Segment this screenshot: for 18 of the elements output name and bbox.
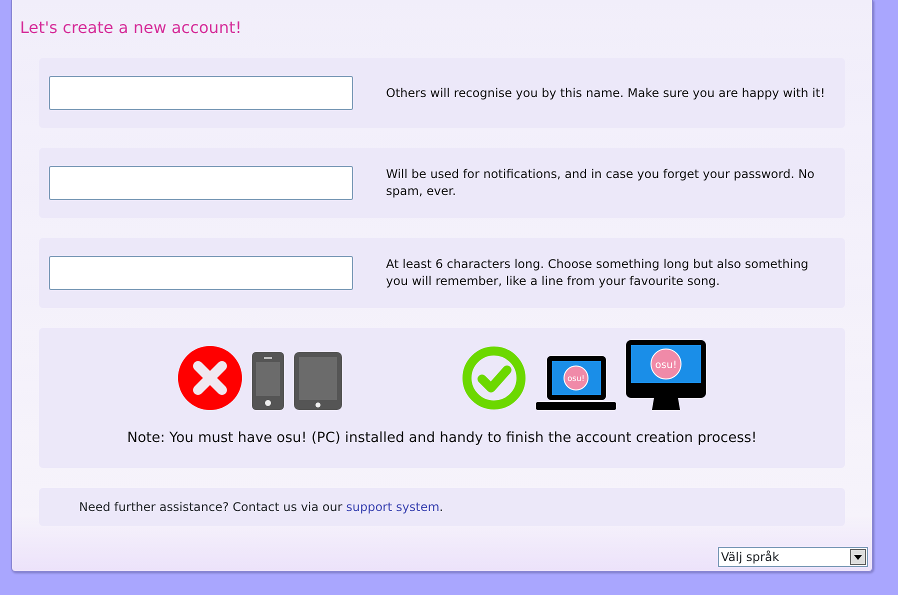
- tablet-icon: [294, 352, 342, 410]
- help-text: Need further assistance? Contact us via our support system.: [79, 499, 444, 516]
- caret-icon: [854, 554, 862, 560]
- support-link[interactable]: support system: [346, 500, 440, 514]
- check-icon: [462, 346, 526, 410]
- field-hint: At least 6 characters long. Choose something long but also something you will remember, like a line from your favourite song.: [386, 256, 810, 290]
- logo-badge: osu!: [650, 348, 682, 380]
- logo-badge: osu!: [564, 366, 588, 390]
- field-hint: Others will recognise you by this name. Make sure you are happy with it!: [386, 84, 826, 102]
- phone-icon: [252, 352, 284, 410]
- field-hint: Will be used for notifications, and in case you forget your password. No spam, ever.: [386, 166, 816, 200]
- note-text: Note: You must have osu! (PC) installed and handy to finish the account creation process!: [127, 429, 757, 448]
- page-title: Let's create a new account!: [20, 17, 243, 39]
- cross-icon: [178, 346, 242, 410]
- language-select[interactable]: Välj språk: [718, 547, 868, 567]
- text-field[interactable]: [49, 166, 353, 200]
- text-field[interactable]: [49, 256, 353, 290]
- text-field[interactable]: [49, 76, 353, 110]
